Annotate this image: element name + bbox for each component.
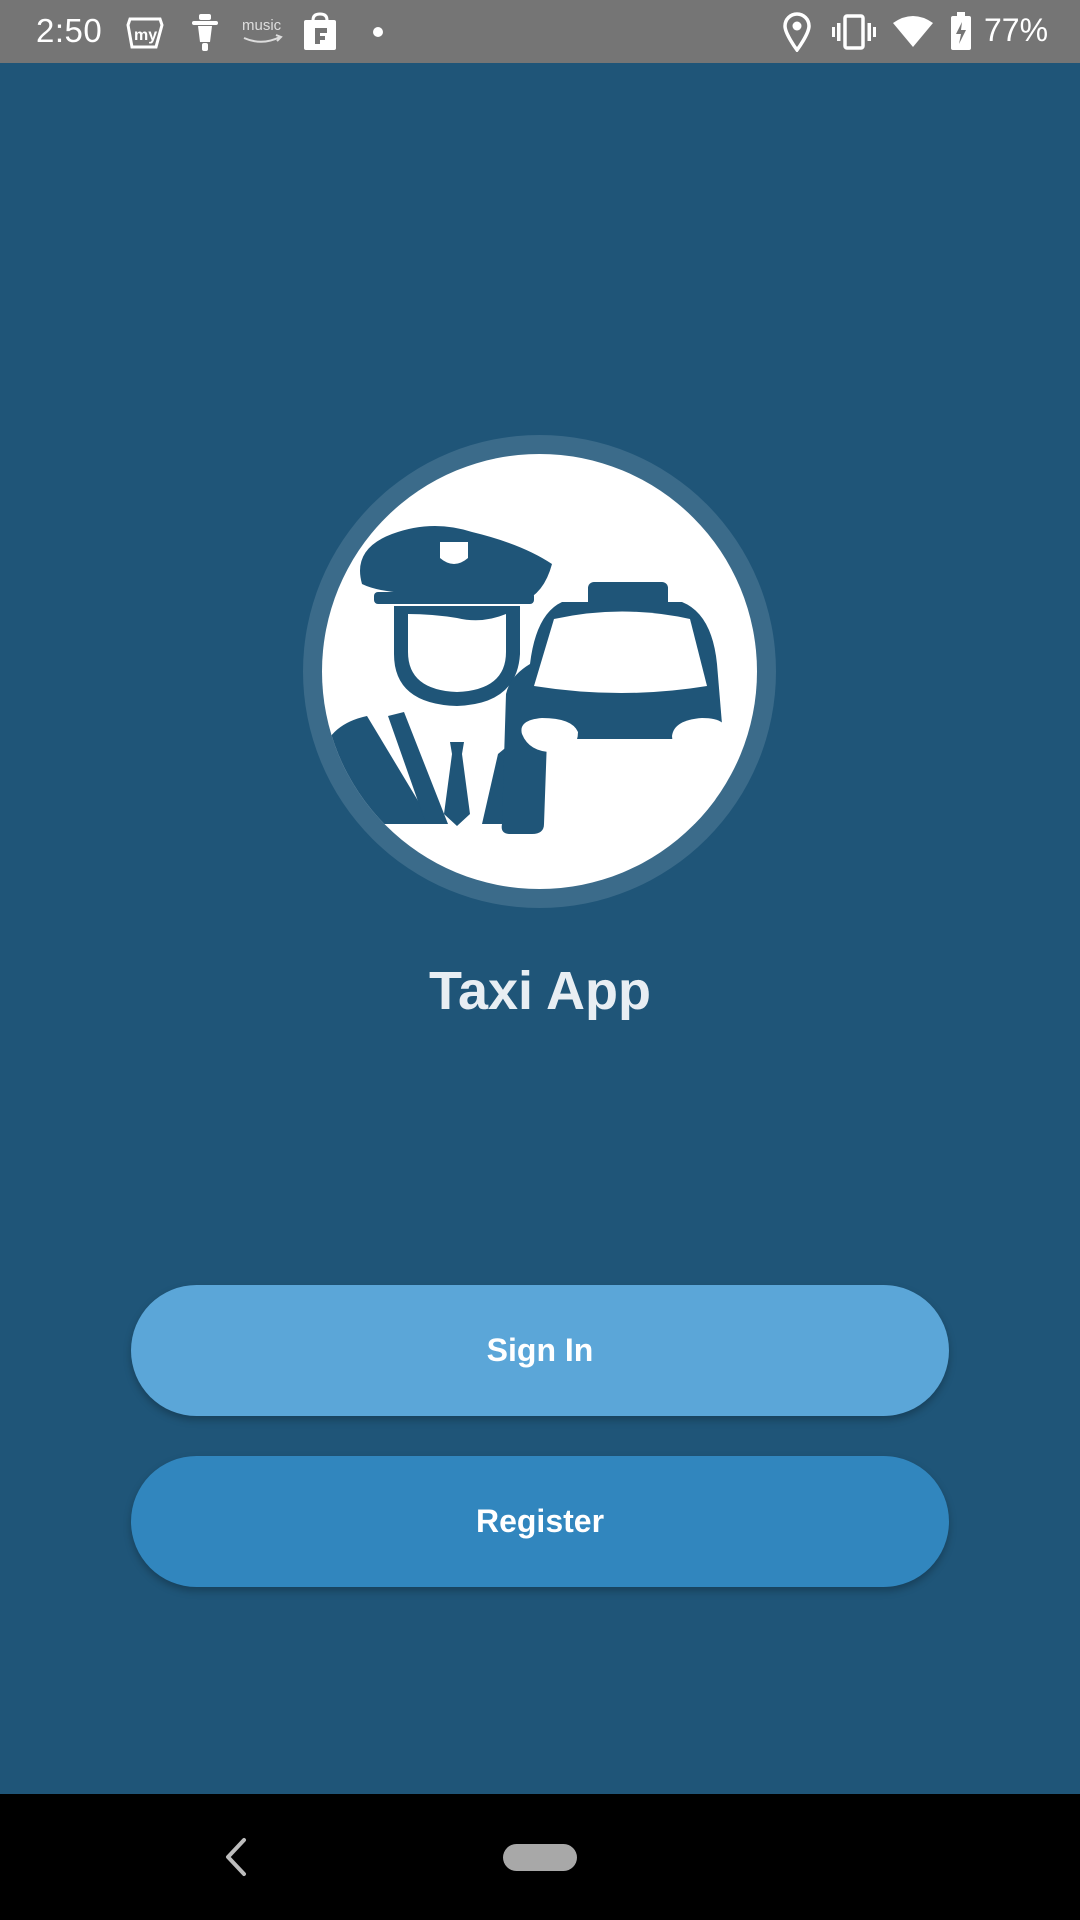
scooter-icon — [190, 10, 220, 54]
home-pill-icon[interactable] — [503, 1844, 577, 1871]
back-chevron-icon[interactable] — [216, 1832, 256, 1882]
music-label: music — [242, 17, 282, 34]
svg-text:my: my — [134, 27, 157, 44]
myntra-icon: my — [126, 10, 166, 54]
shopping-bag-icon — [302, 10, 338, 54]
register-button[interactable]: Register — [131, 1456, 949, 1587]
status-bar: 2:50 my music 77% — [0, 0, 1080, 63]
app-title: Taxi App — [428, 961, 651, 1021]
wifi-icon — [892, 10, 934, 54]
vibrate-icon — [832, 10, 876, 54]
battery-percent: 77% — [984, 12, 1049, 48]
sign-in-button[interactable]: Sign In — [131, 1285, 949, 1416]
battery-charging-icon — [950, 10, 972, 54]
app-logo — [303, 435, 776, 908]
status-time: 2:50 — [36, 12, 103, 49]
welcome-screen: 2:50 my music 77% Taxi App Sign In Regis… — [0, 0, 1080, 1920]
amazon-music-icon: music — [240, 10, 284, 54]
dot-icon — [372, 10, 384, 54]
taxi-driver-icon — [322, 454, 757, 889]
location-icon — [782, 10, 812, 54]
